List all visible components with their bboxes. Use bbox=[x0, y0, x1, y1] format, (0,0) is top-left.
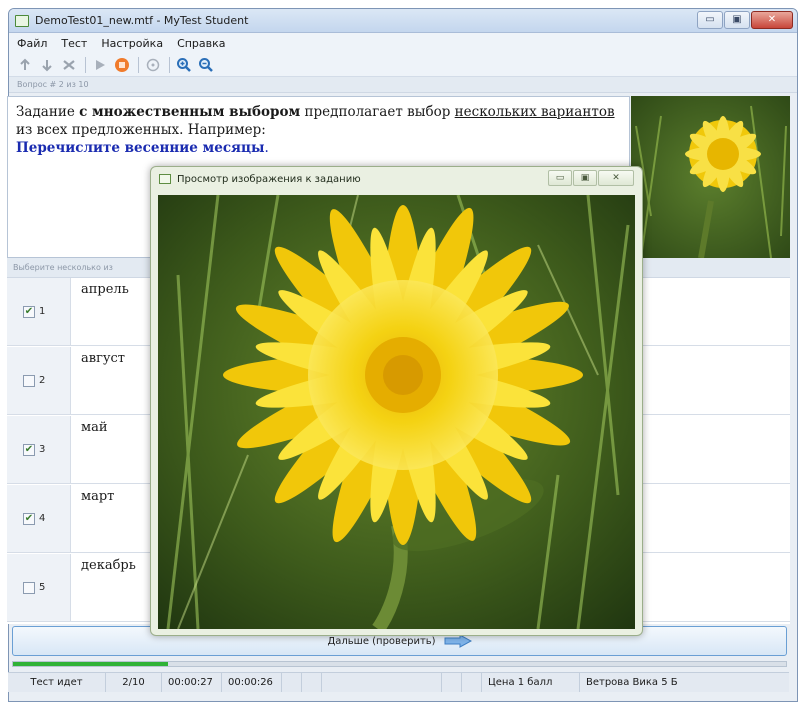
task-text-part: Задание bbox=[16, 104, 75, 120]
zoom-in-icon[interactable] bbox=[174, 55, 194, 75]
status-question: 2/10 bbox=[106, 673, 162, 692]
answer-text: март bbox=[81, 489, 115, 504]
progress-bar bbox=[12, 661, 787, 667]
window-title: DemoTest01_new.mtf - MyTest Student bbox=[35, 14, 249, 27]
window-icon bbox=[159, 174, 171, 184]
status-empty bbox=[282, 673, 302, 692]
toolbar-separator bbox=[138, 56, 139, 73]
task-text-underlined: нескольких вариантов bbox=[454, 104, 615, 120]
dialog-minimize-button[interactable]: ▭ bbox=[548, 170, 572, 186]
answer-text: декабрь bbox=[81, 558, 136, 573]
status-empty bbox=[302, 673, 322, 692]
status-state: Тест идет bbox=[8, 673, 106, 692]
maximize-button[interactable]: ▣ bbox=[724, 11, 750, 29]
status-time-question: 00:00:26 bbox=[222, 673, 282, 692]
task-text-part: из всех предложенных. Например: bbox=[16, 122, 266, 138]
menu-settings[interactable]: Настройка bbox=[101, 37, 163, 50]
status-price: Цена 1 балл bbox=[482, 673, 580, 692]
menu-help[interactable]: Справка bbox=[177, 37, 225, 50]
arrow-down-icon[interactable] bbox=[37, 55, 57, 75]
answer-number: 1 bbox=[39, 306, 46, 317]
toolbar-separator bbox=[169, 56, 170, 73]
status-empty bbox=[462, 673, 482, 692]
menu-file[interactable]: Файл bbox=[17, 37, 47, 50]
image-viewer-title: Просмотр изображения к заданию bbox=[177, 173, 361, 185]
title-bar: DemoTest01_new.mtf - MyTest Student ▭ ▣ … bbox=[9, 9, 797, 33]
menu-test[interactable]: Тест bbox=[61, 37, 87, 50]
answer-number: 5 bbox=[39, 582, 46, 593]
next-button-label: Дальше (проверить) bbox=[327, 635, 436, 647]
toolbar bbox=[9, 53, 797, 77]
answer-checkbox[interactable]: ✔ bbox=[23, 512, 35, 525]
answer-text: апрель bbox=[81, 282, 129, 297]
dialog-close-button[interactable]: ✕ bbox=[598, 170, 634, 186]
status-time-total: 00:00:27 bbox=[162, 673, 222, 692]
task-text-bold: с множественным выбором bbox=[79, 104, 301, 120]
shuffle-icon[interactable] bbox=[59, 55, 79, 75]
answer-number: 3 bbox=[39, 444, 46, 455]
minimize-button[interactable]: ▭ bbox=[697, 11, 723, 29]
question-counter: Вопрос # 2 из 10 bbox=[9, 77, 797, 93]
image-viewer-dialog: Просмотр изображения к заданию ▭ ▣ ✕ bbox=[150, 166, 643, 636]
answer-text: май bbox=[81, 420, 108, 435]
status-student: Ветрова Вика 5 Б bbox=[586, 677, 678, 688]
help-icon[interactable] bbox=[143, 55, 163, 75]
answer-checkbox[interactable] bbox=[23, 581, 35, 594]
task-example: Перечислите весенние месяцы bbox=[16, 140, 265, 156]
answer-checkbox[interactable] bbox=[23, 374, 35, 387]
toolbar-separator bbox=[85, 56, 86, 73]
progress-fill bbox=[13, 662, 168, 666]
status-empty bbox=[322, 673, 442, 692]
status-empty bbox=[442, 673, 462, 692]
dialog-maximize-button[interactable]: ▣ bbox=[573, 170, 597, 186]
arrow-up-icon[interactable] bbox=[15, 55, 35, 75]
task-text-part: предполагает выбор bbox=[304, 104, 451, 120]
close-button[interactable]: ✕ bbox=[751, 11, 793, 29]
play-icon[interactable] bbox=[90, 55, 110, 75]
task-image-thumbnail[interactable] bbox=[631, 96, 790, 258]
answer-checkbox[interactable]: ✔ bbox=[23, 305, 35, 318]
task-example-end: . bbox=[264, 140, 269, 156]
answer-number: 4 bbox=[39, 513, 46, 524]
arrow-right-icon bbox=[444, 634, 472, 648]
menu-bar: Файл Тест Настройка Справка bbox=[9, 33, 797, 53]
answer-text: август bbox=[81, 351, 126, 366]
answer-checkbox[interactable]: ✔ bbox=[23, 443, 35, 456]
answer-number: 2 bbox=[39, 375, 46, 386]
stop-icon[interactable] bbox=[112, 55, 132, 75]
zoom-out-icon[interactable] bbox=[196, 55, 216, 75]
status-bar: Тест идет 2/10 00:00:27 00:00:26 Цена 1 … bbox=[8, 672, 789, 692]
app-icon bbox=[15, 14, 29, 27]
dandelion-image bbox=[158, 195, 635, 629]
